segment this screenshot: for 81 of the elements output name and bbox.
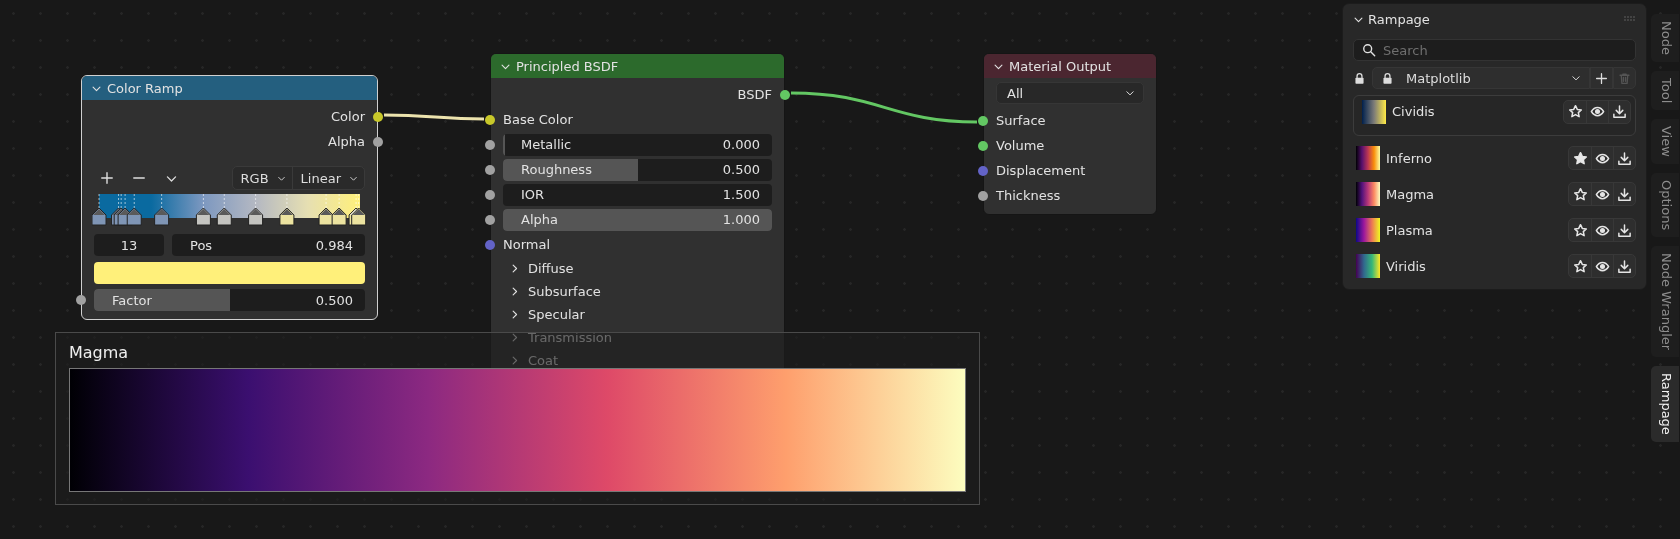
node-socket[interactable] — [780, 89, 790, 100]
value-slider[interactable]: Alpha 1.000 — [503, 208, 772, 231]
node-title: Principled BSDF — [516, 58, 619, 74]
value-slider[interactable]: Factor 0.500 — [94, 289, 365, 311]
node-socket[interactable] — [485, 214, 495, 225]
number-field[interactable]: IOR 1.500 — [503, 183, 772, 206]
colormap-swatch — [1356, 182, 1380, 206]
search-icon — [1362, 43, 1376, 57]
socket-label: Thickness — [996, 188, 1061, 203]
node-socket[interactable] — [485, 164, 495, 175]
colormap-item[interactable]: Cividis — [1353, 95, 1636, 136]
chevron-down-icon — [1125, 88, 1135, 98]
value-slider[interactable]: Roughness 0.500 — [503, 158, 772, 181]
node-header[interactable]: Material Output — [984, 54, 1156, 78]
colormap-item[interactable]: Plasma — [1353, 212, 1636, 248]
sidebar-tab[interactable]: Tool — [1651, 70, 1679, 111]
node-socket[interactable] — [485, 189, 495, 200]
sidebar-tab[interactable]: Rampage — [1651, 366, 1679, 443]
node-socket[interactable] — [76, 295, 86, 305]
sidebar-tab[interactable]: Node — [1651, 14, 1679, 62]
socket-label: Base Color — [503, 112, 573, 127]
socket-label: Normal — [503, 237, 551, 252]
color-mode-dropdown[interactable]: RGB — [232, 167, 292, 189]
download-icon — [1617, 186, 1632, 202]
node-socket[interactable] — [978, 115, 988, 126]
search-bar[interactable]: Search — [1353, 39, 1636, 61]
panel-toggle[interactable]: Diffuse — [491, 257, 784, 280]
socket-label: Displacement — [996, 163, 1086, 178]
socket-label: Volume — [996, 138, 1045, 153]
download-icon — [1617, 258, 1632, 274]
search-field[interactable]: Search — [1383, 42, 1627, 58]
download-icon — [1612, 104, 1627, 119]
node-socket[interactable] — [485, 239, 495, 250]
tooltip-title: Magma — [69, 343, 129, 362]
sidebar-tab[interactable]: View — [1651, 119, 1679, 165]
position-field[interactable]: Pos 0.984 — [172, 234, 365, 256]
node-title: Color Ramp — [107, 80, 183, 96]
colormap-swatch — [1356, 146, 1380, 170]
node-socket[interactable] — [485, 114, 495, 125]
lock-icon — [1353, 71, 1366, 85]
colormap-item[interactable]: Magma — [1353, 176, 1636, 212]
value-slider[interactable]: Metallic 0.000 — [503, 133, 772, 156]
node-socket[interactable] — [373, 136, 383, 147]
add-button[interactable] — [1590, 67, 1613, 89]
plus-icon — [100, 171, 114, 185]
color-ramp-drawing[interactable] — [92, 194, 367, 226]
node-socket[interactable] — [978, 165, 988, 176]
colormap-swatch — [1362, 99, 1386, 124]
download-icon — [1617, 222, 1632, 238]
colormap-swatch — [1356, 254, 1380, 278]
node-socket[interactable] — [978, 140, 988, 151]
grip-icon[interactable] — [1624, 16, 1636, 22]
trash-icon — [1618, 71, 1631, 85]
download-icon — [1617, 150, 1632, 166]
sidebar-tab[interactable]: Node Wrangler — [1651, 246, 1679, 358]
node-title: Material Output — [1009, 58, 1112, 74]
chevron-down-icon — [1571, 73, 1581, 83]
stop-color-swatch[interactable] — [94, 262, 365, 284]
colormap-swatch — [1356, 218, 1380, 242]
target-dropdown[interactable]: All — [996, 82, 1144, 104]
node-socket[interactable] — [485, 139, 495, 150]
socket-label: Surface — [996, 113, 1046, 128]
eye-icon — [1590, 104, 1605, 119]
sidebar-tab[interactable]: Options — [1651, 173, 1679, 238]
socket-label: BSDF — [737, 87, 772, 102]
panel-toggle[interactable]: Subsurface — [491, 280, 784, 303]
colormap-item[interactable]: Inferno — [1353, 140, 1636, 176]
socket-label: Color — [331, 109, 365, 124]
panel-toggle[interactable]: Specular — [491, 303, 784, 326]
socket-label: Alpha — [328, 134, 365, 149]
panel-title: Rampage — [1368, 11, 1430, 27]
plus-icon — [1595, 71, 1608, 85]
node-socket[interactable] — [373, 111, 383, 122]
node-header[interactable]: Principled BSDF — [491, 54, 784, 78]
lock-icon — [1381, 71, 1394, 85]
node-socket[interactable] — [978, 190, 988, 201]
library-dropdown[interactable]: Matplotlib — [1372, 67, 1590, 89]
colormap-item[interactable]: Viridis — [1353, 248, 1636, 284]
stop-index-field[interactable]: 13 — [94, 234, 164, 256]
node-header[interactable]: Color Ramp — [82, 76, 377, 100]
interpolation-dropdown[interactable]: Linear — [291, 167, 364, 189]
